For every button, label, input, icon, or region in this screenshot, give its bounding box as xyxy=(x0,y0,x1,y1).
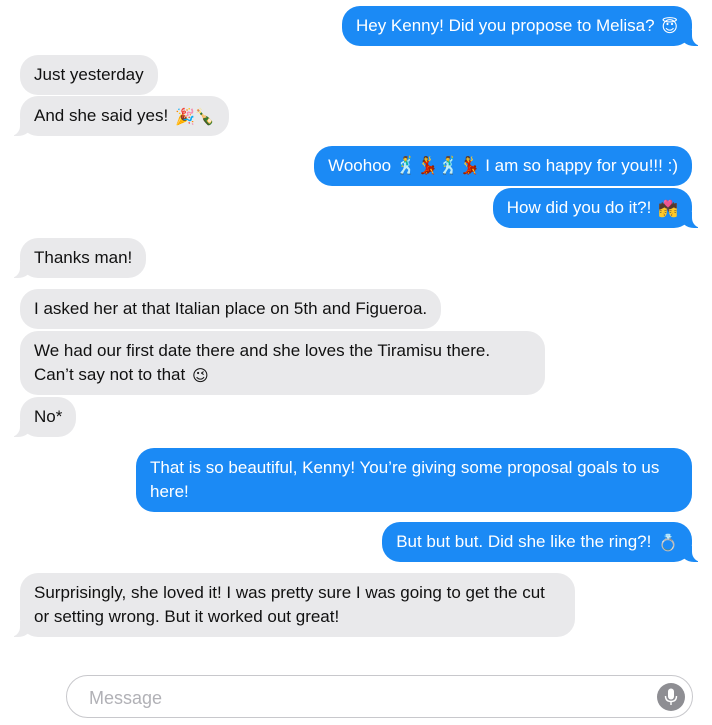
message-bubble-incoming[interactable]: Thanks man! xyxy=(7,238,147,278)
message-text: Woohoo 🕺💃🕺💃 I am so happy for you!!! :) xyxy=(328,156,678,175)
microphone-icon[interactable] xyxy=(657,683,685,711)
message-text: Just yesterday xyxy=(34,65,144,84)
message-text: Surprisingly, she loved it! I was pretty… xyxy=(34,583,545,626)
message-text: Hey Kenny! Did you propose to Melisa? xyxy=(355,16,655,35)
message-bubble-incoming[interactable]: I asked her at that Italian place on 5th… xyxy=(20,289,442,329)
message-bubble-incoming[interactable]: Surprisingly, she loved it! I was pretty… xyxy=(8,573,575,637)
message-composer xyxy=(66,675,693,718)
message-text: And she said yes! xyxy=(34,106,169,125)
message-text: But but but. Did she like the ring?! xyxy=(396,532,652,551)
message-input[interactable] xyxy=(87,682,631,714)
message-bubble-outgoing[interactable]: But but but. Did she like the ring?! 💍 xyxy=(382,522,704,562)
message-bubble-outgoing[interactable]: Woohoo 🕺💃🕺💃 I am so happy for you!!! :) xyxy=(314,146,692,186)
message-bubble-outgoing[interactable]: How did you do it?! 💏 xyxy=(492,188,705,228)
message-text: How did you do it?! xyxy=(506,198,652,217)
message-text: We had our first date there and she love… xyxy=(34,341,491,384)
message-bubble-outgoing[interactable]: Hey Kenny! Did you propose to Melisa? 😇 xyxy=(341,6,705,46)
message-bubble-incoming[interactable]: We had our first date there and she love… xyxy=(20,331,545,395)
message-bubble-incoming[interactable]: Just yesterday xyxy=(20,55,158,95)
message-bubble-incoming[interactable]: No* xyxy=(7,397,77,437)
message-text: Thanks man! xyxy=(34,248,133,267)
kiss-emoji: 💏 xyxy=(658,201,678,218)
halo-face-emoji: 😇 xyxy=(661,19,678,36)
microphone-glyph xyxy=(664,688,678,705)
wink-face-emoji: 😉 xyxy=(191,368,209,385)
message-text: I asked her at that Italian place on 5th… xyxy=(34,299,428,318)
ring-emoji: 💍 xyxy=(658,535,678,552)
message-text: That is so beautiful, Kenny! You’re givi… xyxy=(150,458,660,501)
message-bubble-outgoing[interactable]: That is so beautiful, Kenny! You’re givi… xyxy=(136,448,692,512)
message-bubble-incoming[interactable]: And she said yes! 🎉🍾 xyxy=(8,96,229,136)
message-thread: Hey Kenny! Did you propose to Melisa? 😇 … xyxy=(0,0,712,660)
message-text: No* xyxy=(34,407,63,426)
party-champagne-emoji: 🎉🍾 xyxy=(174,109,215,126)
